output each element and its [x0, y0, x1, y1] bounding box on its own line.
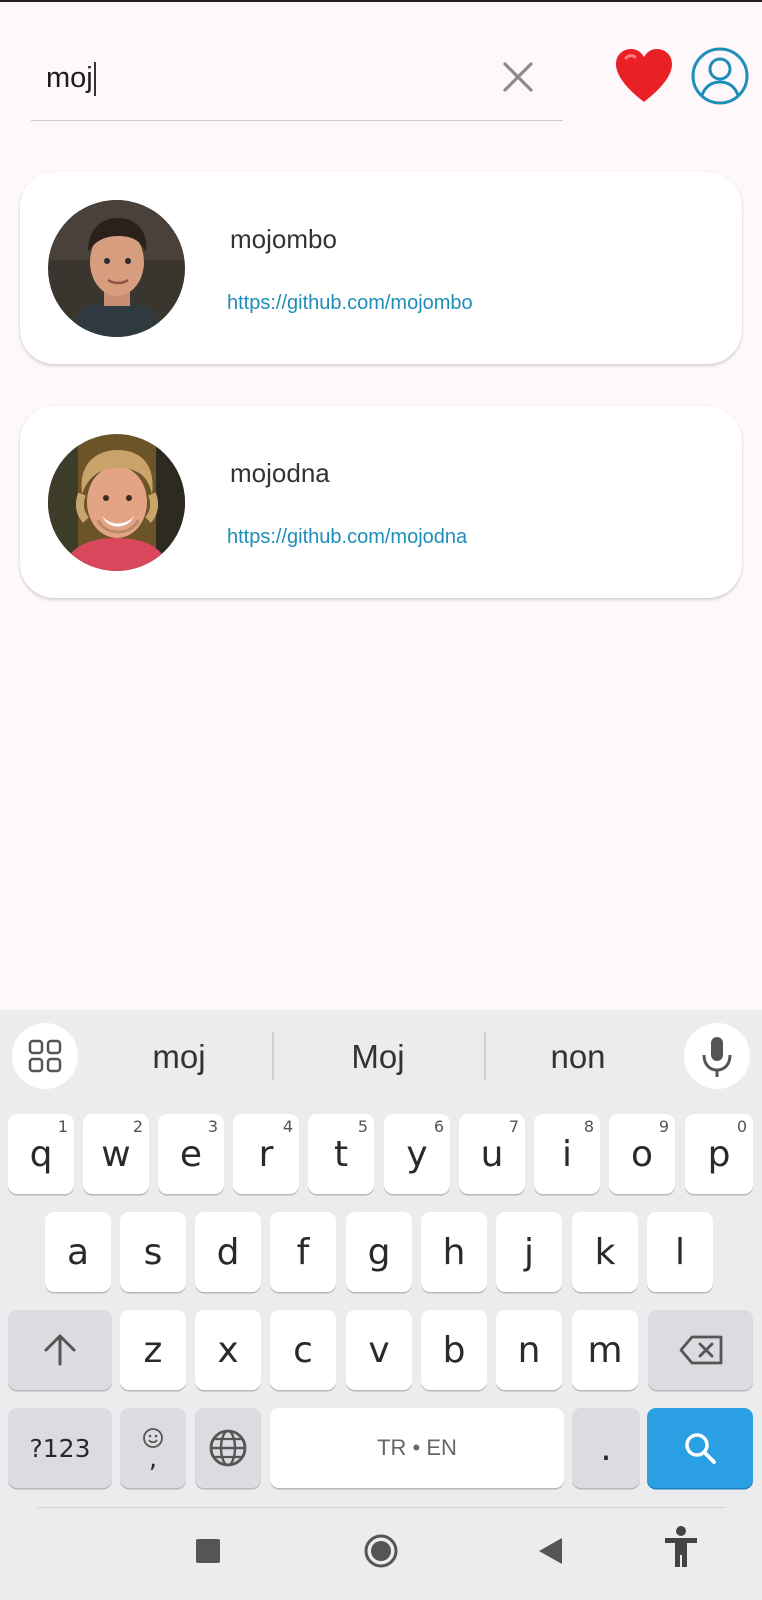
- key-o[interactable]: o9: [609, 1114, 675, 1194]
- user-card[interactable]: mojombo https://github.com/mojombo: [20, 172, 742, 364]
- backspace-key[interactable]: [648, 1310, 753, 1390]
- key-hint: 7: [508, 1117, 519, 1136]
- key-label: y: [406, 1133, 428, 1175]
- accessibility-button[interactable]: [656, 1522, 706, 1572]
- key-hint: 9: [658, 1117, 669, 1136]
- suggestion-1[interactable]: moj: [89, 1038, 269, 1076]
- key-e[interactable]: e3: [158, 1114, 224, 1194]
- globe-icon: [209, 1429, 247, 1467]
- suggestion-bar: moj Moj non: [0, 1010, 762, 1105]
- user-avatar: [48, 200, 185, 337]
- key-hint: 6: [433, 1117, 444, 1136]
- square-icon: [196, 1539, 220, 1563]
- key-a[interactable]: a: [45, 1212, 111, 1292]
- backspace-icon: [679, 1335, 722, 1365]
- username: mojodna: [230, 458, 330, 488]
- key-label: e: [179, 1133, 203, 1175]
- comma-label: ,: [148, 1444, 158, 1474]
- key-hint: 3: [207, 1117, 218, 1136]
- key-label: p: [707, 1133, 731, 1175]
- emoji-comma-key[interactable]: ,: [120, 1408, 186, 1488]
- key-label: r: [258, 1133, 274, 1175]
- search-key[interactable]: [647, 1408, 753, 1488]
- shift-arrow-icon: [44, 1334, 76, 1366]
- recents-button[interactable]: [183, 1526, 233, 1576]
- shift-key[interactable]: [8, 1310, 112, 1390]
- search-bar: [31, 40, 563, 121]
- key-l[interactable]: l: [647, 1212, 713, 1292]
- key-w[interactable]: w2: [83, 1114, 149, 1194]
- suggestion-2[interactable]: Moj: [288, 1038, 468, 1076]
- key-s[interactable]: s: [120, 1212, 186, 1292]
- key-b[interactable]: b: [421, 1310, 487, 1390]
- key-i[interactable]: i8: [534, 1114, 600, 1194]
- key-x[interactable]: x: [195, 1310, 261, 1390]
- status-edge-line: [0, 0, 762, 2]
- key-z[interactable]: z: [120, 1310, 186, 1390]
- suggestion-3[interactable]: non: [488, 1038, 668, 1076]
- profile-url-link[interactable]: https://github.com/mojodna: [227, 526, 467, 549]
- back-button[interactable]: [525, 1526, 575, 1576]
- suggestion-divider: [272, 1032, 274, 1080]
- key-label: i: [561, 1133, 572, 1175]
- key-label: q: [29, 1133, 53, 1175]
- accessibility-icon: [665, 1526, 697, 1567]
- soft-keyboard: moj Moj non q1 w2 e3 r4 t5 y6 u7 i8 o9 p…: [0, 1010, 762, 1600]
- account-button[interactable]: [690, 46, 750, 106]
- voice-input-button[interactable]: [684, 1023, 750, 1089]
- key-label: t: [333, 1133, 349, 1175]
- key-k[interactable]: k: [572, 1212, 638, 1292]
- key-hint: 1: [57, 1117, 68, 1136]
- search-input[interactable]: [46, 56, 486, 100]
- key-hint: 2: [132, 1117, 143, 1136]
- key-y[interactable]: y6: [384, 1114, 450, 1194]
- grid-icon: [28, 1039, 62, 1073]
- user-avatar: [48, 434, 185, 571]
- home-button[interactable]: [356, 1526, 406, 1576]
- space-key[interactable]: TR • EN: [270, 1408, 564, 1488]
- key-h[interactable]: h: [421, 1212, 487, 1292]
- key-label: w: [101, 1133, 131, 1175]
- close-icon: [503, 62, 533, 92]
- key-j[interactable]: j: [496, 1212, 562, 1292]
- clear-search-button[interactable]: [499, 58, 537, 96]
- key-hint: 0: [736, 1117, 747, 1136]
- profile-url-link[interactable]: https://github.com/mojombo: [227, 292, 473, 315]
- text-caret: [94, 62, 96, 96]
- key-q[interactable]: q1: [8, 1114, 74, 1194]
- key-v[interactable]: v: [346, 1310, 412, 1390]
- keyboard-apps-button[interactable]: [12, 1023, 78, 1089]
- key-f[interactable]: f: [270, 1212, 336, 1292]
- key-hint: 5: [357, 1117, 368, 1136]
- favorites-button[interactable]: [612, 46, 676, 106]
- key-hint: 4: [282, 1117, 293, 1136]
- key-g[interactable]: g: [346, 1212, 412, 1292]
- key-hint: 8: [583, 1117, 594, 1136]
- microphone-icon: [702, 1037, 732, 1077]
- circle-icon: [364, 1534, 398, 1568]
- key-t[interactable]: t5: [308, 1114, 374, 1194]
- language-key[interactable]: [195, 1408, 261, 1488]
- key-n[interactable]: n: [496, 1310, 562, 1390]
- key-d[interactable]: d: [195, 1212, 261, 1292]
- key-c[interactable]: c: [270, 1310, 336, 1390]
- search-icon: [685, 1433, 716, 1464]
- key-label: o: [630, 1133, 654, 1175]
- heart-icon: [616, 49, 672, 102]
- symbols-key[interactable]: ?123: [8, 1408, 112, 1488]
- key-p[interactable]: p0: [685, 1114, 753, 1194]
- period-key[interactable]: .: [572, 1408, 640, 1488]
- username: mojombo: [230, 224, 337, 254]
- account-circle-icon: [691, 47, 749, 105]
- key-u[interactable]: u7: [459, 1114, 525, 1194]
- key-label: u: [480, 1133, 504, 1175]
- suggestion-divider: [484, 1032, 486, 1080]
- nav-divider: [37, 1507, 725, 1508]
- user-card[interactable]: mojodna https://github.com/mojodna: [20, 406, 742, 598]
- key-r[interactable]: r4: [233, 1114, 299, 1194]
- back-triangle-icon: [539, 1538, 562, 1564]
- key-m[interactable]: m: [572, 1310, 638, 1390]
